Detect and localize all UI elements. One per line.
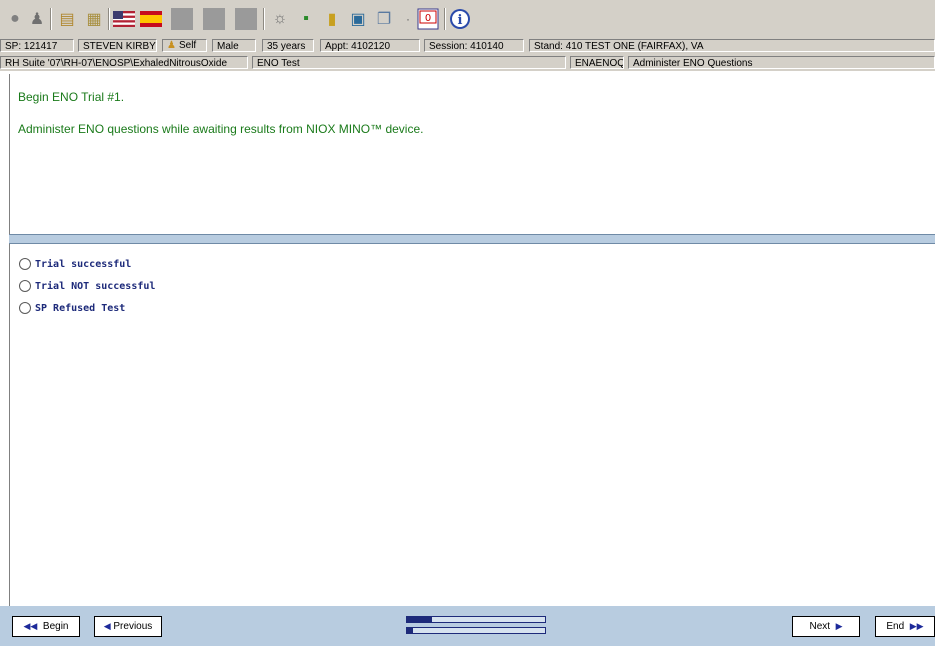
respondent-label: Self — [178, 40, 197, 51]
section-progress-bar — [406, 616, 546, 623]
satellite-icon[interactable]: ☼ — [268, 7, 292, 31]
sp-id: SP: 121417 — [0, 39, 74, 52]
info-bar: SP: 121417 STEVEN KIRBY ♟ Self Male 35 y… — [0, 38, 935, 55]
end-label: End — [886, 621, 905, 632]
toolbar: ● ♟ ▤ ▦ ☼ ▪ ▮ ▣ ❐ · 0 i — [0, 0, 935, 38]
respondent: ♟ Self — [162, 39, 207, 52]
toolbar-separator — [50, 8, 51, 30]
age: 35 years — [262, 39, 314, 52]
next-label: Next — [809, 621, 831, 632]
section-name: ENO Test — [252, 56, 566, 69]
svg-text:0: 0 — [425, 13, 431, 24]
navigation-footer: ◀◀ Begin ◀ Previous Next ▶ End ▶▶ — [0, 606, 935, 646]
arrow-right-icon: ▶ — [835, 621, 843, 631]
instruction-line-2: Administer ENO questions while awaiting … — [18, 122, 424, 136]
radio-button[interactable] — [19, 302, 31, 314]
ruler-icon[interactable]: ▮ — [320, 7, 344, 31]
patient-name: STEVEN KIRBY — [78, 39, 157, 52]
person-icon[interactable]: ♟ — [25, 7, 49, 31]
toolbar-separator — [444, 8, 445, 30]
begin-label: Begin — [42, 621, 69, 632]
option-label: Trial NOT successful — [35, 280, 156, 292]
question-path: RH Suite '07\RH-07\ENOSP\ExhaledNitrousO… — [0, 56, 248, 69]
option-label: Trial successful — [35, 258, 132, 270]
next-button[interactable]: Next ▶ — [792, 616, 860, 637]
section-progress-fill — [407, 617, 432, 622]
stand: Stand: 410 TEST ONE (FAIRFAX), VA — [529, 39, 935, 52]
option-sp-refused-test[interactable]: SP Refused Test — [19, 302, 125, 314]
person-icon: ♟ — [167, 40, 176, 51]
question-code: ENAENOQ — [570, 56, 624, 69]
instruction-line-1: Begin ENO Trial #1. — [18, 90, 125, 104]
chart-icon[interactable]: ▪ — [294, 7, 318, 31]
notepad-icon[interactable]: ▦ — [82, 7, 106, 31]
overall-progress-bar — [406, 627, 546, 634]
overall-progress-fill — [407, 628, 413, 633]
instruction-pane: Begin ENO Trial #1. Administer ENO quest… — [9, 74, 935, 234]
info-icon[interactable]: i — [448, 7, 472, 31]
radio-button[interactable] — [19, 258, 31, 270]
skip-back-icon: ◀◀ — [23, 621, 38, 631]
gray-block-icon[interactable] — [202, 7, 226, 31]
puzzle-icon[interactable]: ● — [3, 7, 27, 31]
end-button[interactable]: End ▶▶ — [875, 616, 935, 637]
radio-button[interactable] — [19, 280, 31, 292]
gray-block-icon[interactable] — [170, 7, 194, 31]
us-flag-icon[interactable] — [112, 7, 136, 31]
gray-block-icon[interactable] — [234, 7, 258, 31]
previous-button[interactable]: ◀ Previous — [94, 616, 162, 637]
copy-icon[interactable]: ❐ — [372, 7, 396, 31]
pane-splitter[interactable] — [9, 234, 935, 244]
session: Session: 410140 — [424, 39, 524, 52]
appointment: Appt: 4102120 — [320, 39, 420, 52]
svg-text:i: i — [458, 13, 463, 28]
answer-pane: Trial successful Trial NOT successful SP… — [9, 244, 935, 606]
previous-label: Previous — [113, 621, 153, 632]
option-trial-not-successful[interactable]: Trial NOT successful — [19, 280, 155, 292]
question-title: Administer ENO Questions — [628, 56, 935, 69]
begin-button[interactable]: ◀◀ Begin — [12, 616, 80, 637]
option-label: SP Refused Test — [35, 302, 126, 314]
people-card-icon[interactable]: ▤ — [55, 7, 79, 31]
skip-forward-icon: ▶▶ — [909, 621, 924, 631]
gender: Male — [212, 39, 256, 52]
power-icon[interactable]: 0 — [416, 7, 440, 31]
path-bar: RH Suite '07\RH-07\ENOSP\ExhaledNitrousO… — [0, 55, 935, 71]
spain-flag-icon[interactable] — [139, 7, 163, 31]
toolbar-separator — [263, 8, 264, 30]
option-trial-successful[interactable]: Trial successful — [19, 258, 131, 270]
monitor-check-icon[interactable]: ▣ — [346, 7, 370, 31]
toolbar-separator — [108, 8, 109, 30]
arrow-left-icon: ◀ — [103, 621, 111, 631]
